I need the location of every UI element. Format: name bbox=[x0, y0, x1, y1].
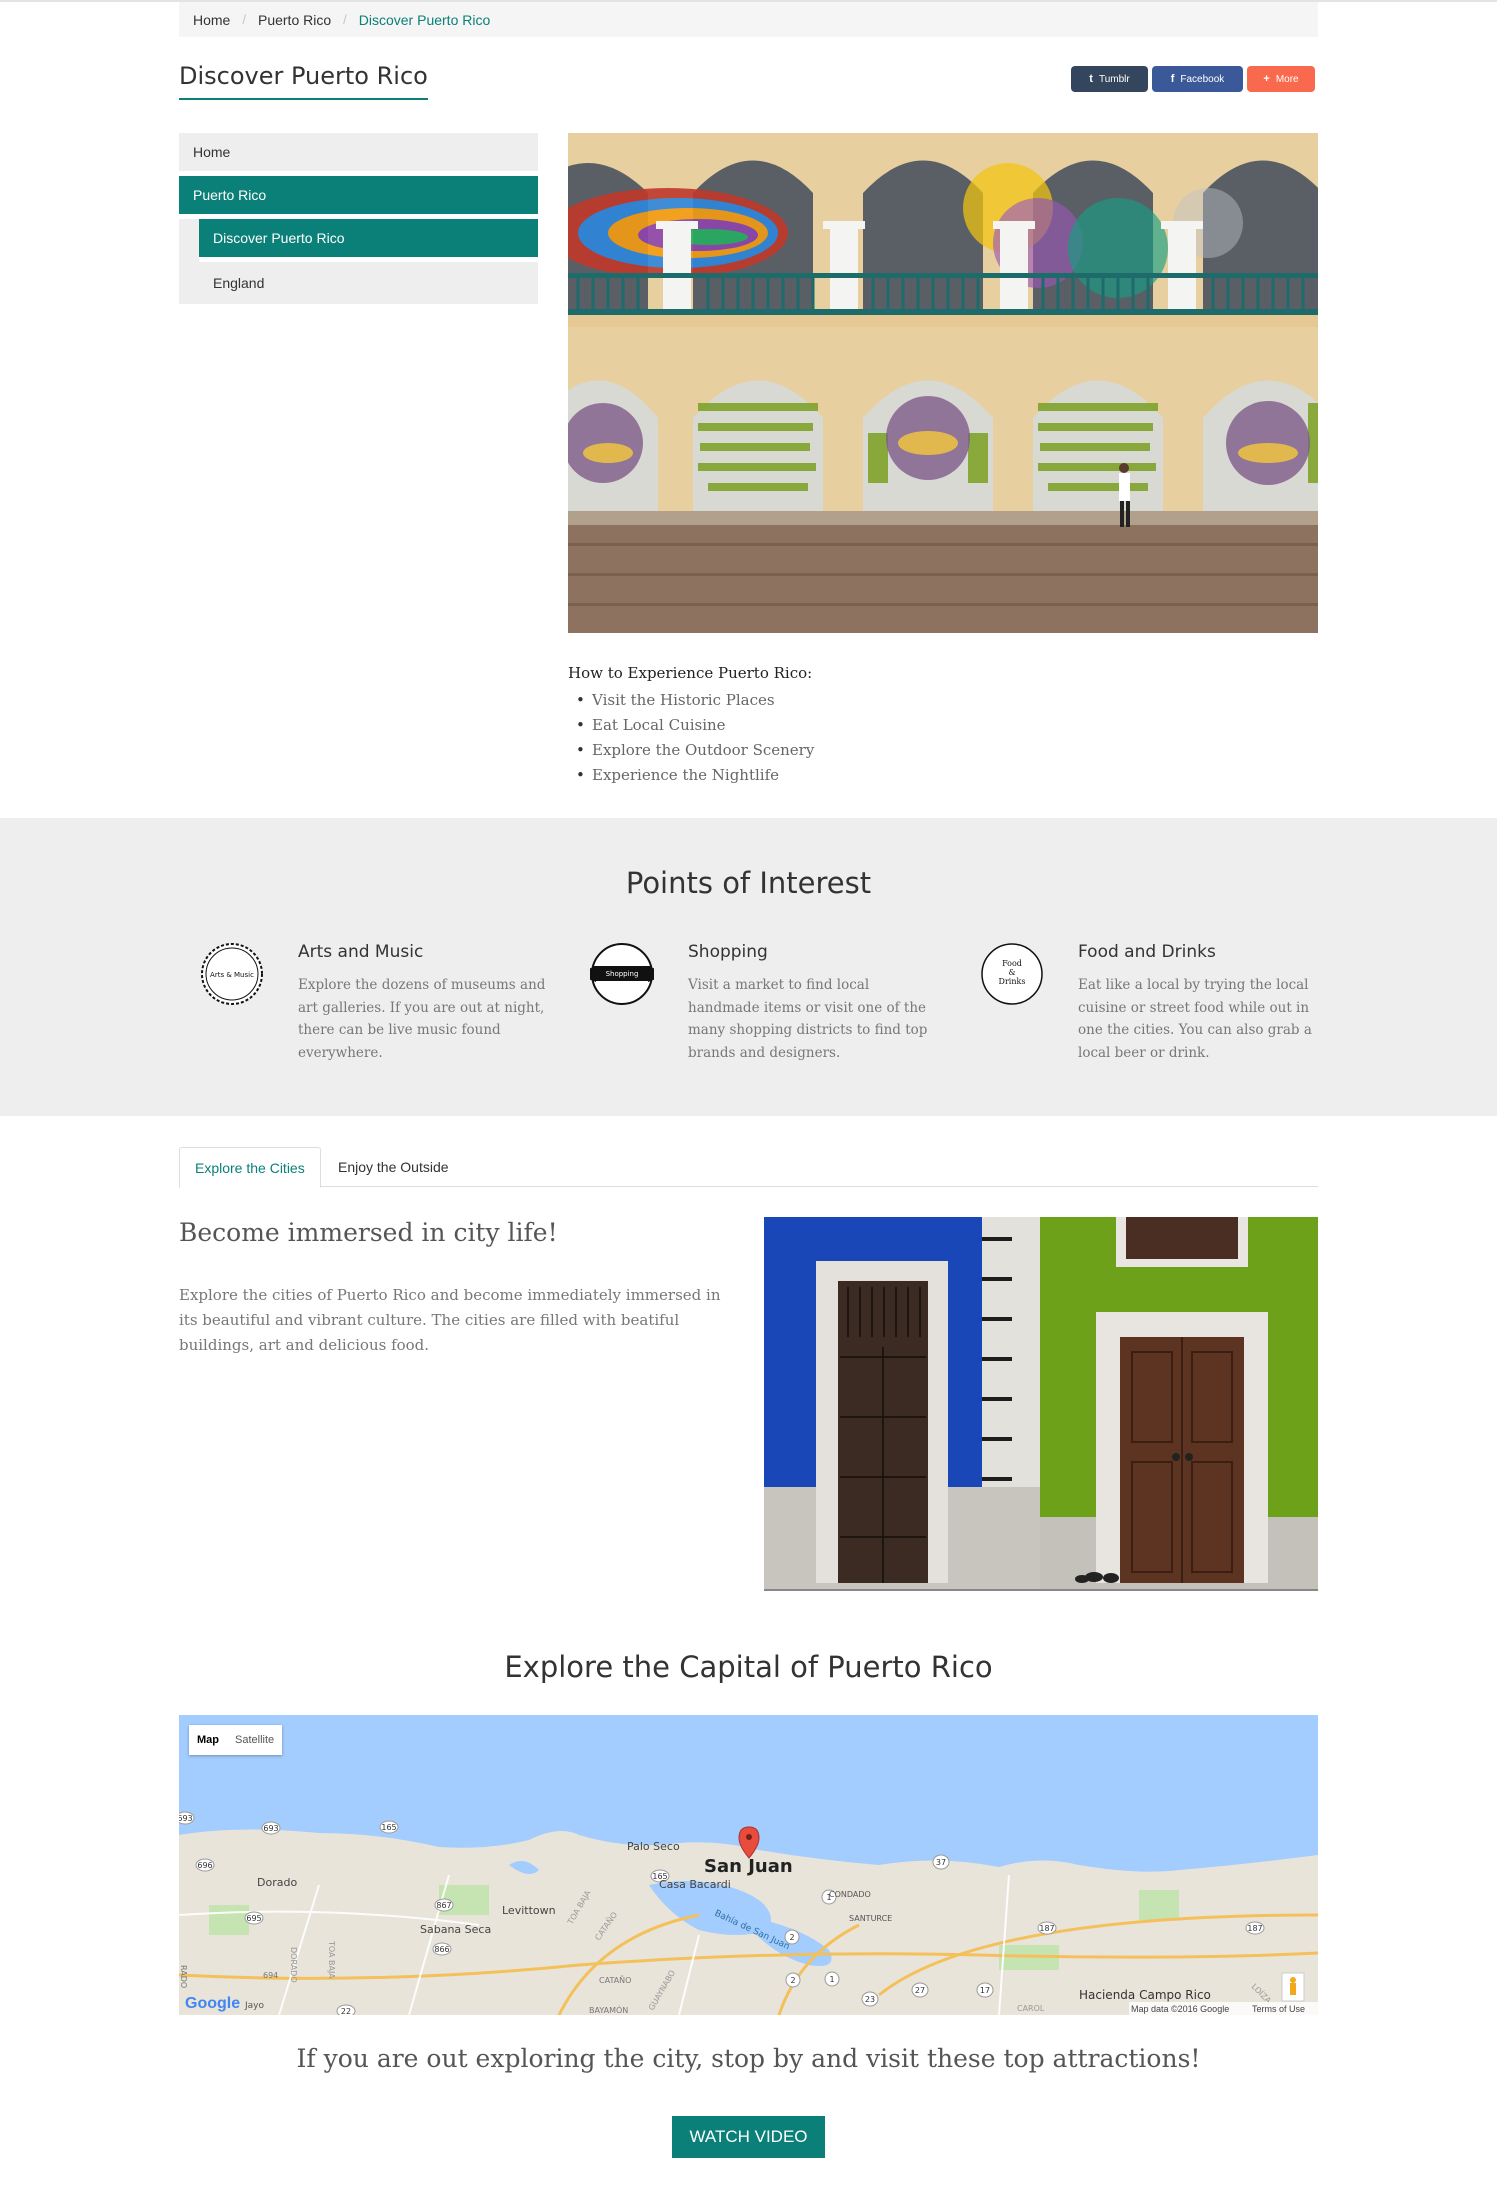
shopping-icon: Shopping bbox=[590, 943, 654, 1005]
shopping-icon-label: Shopping bbox=[606, 970, 639, 978]
road-number: 696 bbox=[197, 1861, 212, 1870]
sidebar-item-puerto-rico[interactable]: Puerto Rico bbox=[179, 176, 538, 214]
plus-icon: + bbox=[1263, 73, 1270, 85]
tumblr-share-button[interactable]: t Tumblr bbox=[1071, 66, 1148, 92]
more-share-label: More bbox=[1275, 73, 1299, 85]
breadcrumb-separator: / bbox=[343, 12, 347, 27]
road-number: 23 bbox=[865, 1995, 875, 2004]
poi-title: Points of Interest bbox=[625, 866, 872, 900]
map-data-attribution: Map data ©2016 Google bbox=[1131, 2004, 1229, 2014]
poi-heading: Arts and Music bbox=[298, 942, 424, 962]
experience-title: How to Experience Puerto Rico: bbox=[568, 664, 813, 682]
google-logo: Google bbox=[185, 1995, 240, 2012]
road-number: 693 bbox=[263, 1824, 278, 1833]
poi-text: Visit a market to find local handmade it… bbox=[688, 977, 928, 1061]
map-canvas: 693 693 165 696 695 866 867 165 22 2 1 3… bbox=[179, 1715, 1318, 2015]
food-drinks-icon-label: Food bbox=[1002, 959, 1022, 968]
food-drinks-icon: Food & Drinks bbox=[981, 943, 1043, 1005]
road-number: 27 bbox=[915, 1986, 925, 1995]
tab-enjoy-the-outside[interactable]: Enjoy the Outside bbox=[323, 1147, 464, 1187]
road-number: 17 bbox=[980, 1986, 990, 1995]
breadcrumb-current: Discover Puerto Rico bbox=[358, 11, 491, 28]
map-label: Levittown bbox=[502, 1904, 556, 1917]
experience-section: How to Experience Puerto Rico: Visit the… bbox=[568, 664, 814, 788]
map-type-satellite-button[interactable]: Satellite bbox=[227, 1725, 282, 1755]
map-label: BAYAMÓN bbox=[589, 2004, 628, 2015]
hero-image bbox=[568, 133, 1318, 633]
map-terms-link[interactable]: Terms of Use bbox=[1252, 2004, 1305, 2014]
map-type-map-button[interactable]: Map bbox=[189, 1725, 227, 1755]
sidebar-submenu-indent bbox=[179, 219, 199, 304]
cities-text: Explore the cities of Puerto Rico and be… bbox=[179, 1286, 721, 1354]
sidebar-item-home[interactable]: Home bbox=[179, 133, 538, 171]
list-item: Experience the Nightlife bbox=[576, 763, 814, 788]
map-label: 694 bbox=[263, 1971, 278, 1980]
map-label: Jayo bbox=[244, 2001, 264, 2011]
poi-text: Eat like a local by trying the local cui… bbox=[1078, 977, 1312, 1061]
road-number: 187 bbox=[1247, 1924, 1262, 1933]
breadcrumb: Home / Puerto Rico / Discover Puerto Ric… bbox=[179, 2, 1318, 37]
map-label: Hacienda Campo Rico bbox=[1079, 1988, 1211, 2002]
road-number: 165 bbox=[381, 1823, 396, 1832]
map-label: RADO bbox=[179, 1965, 188, 1988]
watch-video-button[interactable]: WATCH VIDEO bbox=[672, 2116, 825, 2158]
road-number: 693 bbox=[179, 1814, 193, 1823]
facebook-share-label: Facebook bbox=[1180, 73, 1225, 85]
poi-heading: Food and Drinks bbox=[1078, 942, 1216, 962]
list-item: Eat Local Cuisine bbox=[576, 713, 814, 738]
street-view-pegman-icon[interactable] bbox=[1281, 1972, 1305, 2002]
facebook-icon: f bbox=[1170, 73, 1175, 85]
map-label: TOA BAJA bbox=[327, 1940, 336, 1979]
road-number: 22 bbox=[341, 2007, 351, 2015]
breadcrumb-puerto-rico[interactable]: Puerto Rico bbox=[258, 12, 331, 28]
poi-text: Explore the dozens of museums and art ga… bbox=[298, 977, 546, 1061]
map-label: CATAÑO bbox=[599, 1975, 631, 1985]
map-label: Casa Bacardi bbox=[659, 1878, 731, 1891]
more-share-button[interactable]: + More bbox=[1247, 66, 1315, 92]
map-label: CAROL bbox=[1017, 2004, 1045, 2013]
map-label-san-juan: San Juan bbox=[704, 1856, 793, 1877]
map-label: CONDADO bbox=[829, 1890, 871, 1899]
map-label: Sabana Seca bbox=[420, 1923, 491, 1936]
tab-explore-the-cities[interactable]: Explore the Cities bbox=[179, 1147, 321, 1188]
experience-list: Visit the Historic Places Eat Local Cuis… bbox=[568, 688, 814, 788]
tumblr-share-label: Tumblr bbox=[1098, 73, 1130, 85]
poi-heading: Shopping bbox=[688, 942, 768, 962]
map-label: DORADO bbox=[289, 1947, 298, 1983]
map-label: SANTURCE bbox=[849, 1914, 892, 1923]
list-item: Explore the Outdoor Scenery bbox=[576, 738, 814, 763]
road-number: 695 bbox=[246, 1914, 261, 1923]
map-type-toggle: Map Satellite bbox=[189, 1725, 283, 1755]
road-number: 866 bbox=[434, 1945, 449, 1954]
list-item: Visit the Historic Places bbox=[576, 688, 814, 713]
map-embed[interactable]: 693 693 165 696 695 866 867 165 22 2 1 3… bbox=[179, 1715, 1318, 2015]
visit-attractions-text: If you are out exploring the city, stop … bbox=[296, 2044, 1201, 2073]
sidebar-item-discover-puerto-rico[interactable]: Discover Puerto Rico bbox=[199, 219, 538, 257]
road-number: 1 bbox=[829, 1975, 834, 1984]
colorful-doors-image bbox=[764, 1217, 1318, 1591]
map-label: Palo Seco bbox=[627, 1840, 680, 1853]
breadcrumb-home[interactable]: Home bbox=[193, 12, 230, 28]
map-label: Dorado bbox=[257, 1876, 297, 1889]
road-number: 2 bbox=[790, 1976, 795, 1985]
arts-music-icon-label: Arts & Music bbox=[210, 971, 254, 979]
food-drinks-icon-label: & bbox=[1008, 968, 1015, 977]
facebook-share-button[interactable]: f Facebook bbox=[1152, 66, 1243, 92]
capital-title: Explore the Capital of Puerto Rico bbox=[504, 1650, 993, 1684]
points-of-interest-section: Points of Interest Arts & Music Arts and… bbox=[0, 818, 1497, 1116]
sidebar-item-england[interactable]: England bbox=[199, 262, 538, 304]
breadcrumb-separator: / bbox=[242, 12, 246, 27]
road-number: 187 bbox=[1039, 1924, 1054, 1933]
tab-bar: Explore the Cities Enjoy the Outside bbox=[179, 1147, 1318, 1188]
road-number: 867 bbox=[436, 1901, 451, 1910]
road-number: 37 bbox=[936, 1858, 946, 1867]
tumblr-icon: t bbox=[1089, 73, 1093, 85]
arts-music-icon: Arts & Music bbox=[201, 943, 263, 1005]
cities-heading: Become immersed in city life! bbox=[179, 1218, 558, 1247]
food-drinks-icon-label: Drinks bbox=[999, 977, 1026, 986]
road-number: 2 bbox=[789, 1933, 794, 1942]
page-title: Discover Puerto Rico bbox=[179, 62, 428, 100]
